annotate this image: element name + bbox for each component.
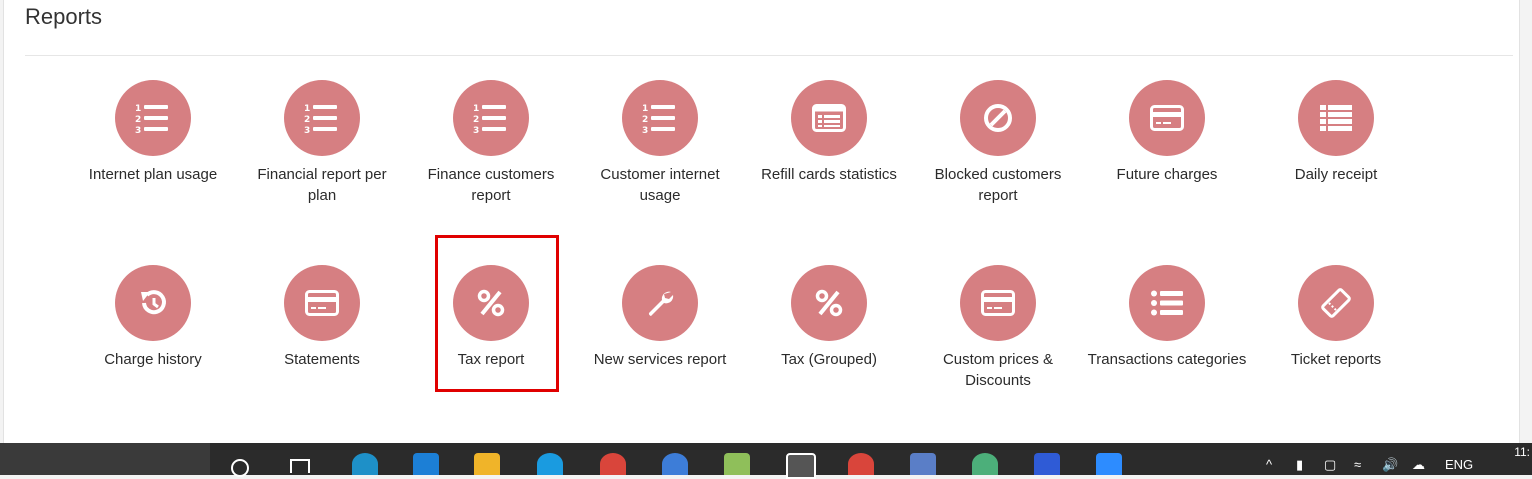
page-title: Reports	[25, 4, 103, 29]
chrome-profile-icon[interactable]	[848, 453, 874, 475]
report-label: Statements	[284, 351, 360, 368]
report-label: Custom prices & Discounts	[942, 351, 1054, 389]
onedrive-icon[interactable]: ☁	[1412, 457, 1425, 473]
credit-card-icon	[960, 265, 1036, 341]
report-tile-finance-customers-report[interactable]: 123 Finance customers report	[411, 80, 571, 206]
title-divider	[25, 55, 1513, 56]
numbered-list-icon: 123	[622, 80, 698, 156]
selection-highlight	[435, 235, 559, 392]
file-explorer-icon[interactable]	[474, 453, 500, 475]
list-icon	[1298, 80, 1374, 156]
svg-text:3: 3	[473, 126, 479, 134]
report-label: Blocked customers report	[934, 166, 1062, 204]
svg-text:1: 1	[473, 104, 479, 114]
report-tile-statements[interactable]: Statements	[242, 265, 402, 370]
numbered-list-icon: 123	[453, 80, 529, 156]
report-tile-transactions-categories[interactable]: Transactions categories	[1087, 265, 1247, 370]
report-tile-blocked-customers-report[interactable]: Blocked customers report	[918, 80, 1078, 206]
skype-icon[interactable]	[537, 453, 563, 475]
volume-icon[interactable]: 🔊	[1382, 457, 1398, 473]
report-tile-financial-report-per-plan[interactable]: 123 Financial report per plan	[242, 80, 402, 206]
report-label: Daily receipt	[1294, 166, 1378, 183]
tray-chevron-icon[interactable]: ^	[1266, 457, 1272, 472]
ban-icon	[960, 80, 1036, 156]
edge-icon[interactable]	[352, 453, 378, 475]
numbered-list-icon: 123	[284, 80, 360, 156]
search-icon[interactable]	[231, 459, 249, 477]
report-tile-future-charges[interactable]: Future charges	[1087, 80, 1247, 185]
app-l-icon[interactable]	[413, 453, 439, 475]
report-tile-custom-prices-discounts[interactable]: Custom prices & Discounts	[918, 265, 1078, 391]
report-label: Transactions categories	[1087, 351, 1247, 368]
percent-icon	[791, 265, 867, 341]
notepad-icon[interactable]	[724, 453, 750, 475]
list-card-icon	[791, 80, 867, 156]
report-tile-charge-history[interactable]: Charge history	[73, 265, 233, 370]
usb-device-icon[interactable]: ▮	[1296, 457, 1303, 473]
report-label: Ticket reports	[1290, 351, 1382, 368]
svg-text:1: 1	[135, 104, 141, 114]
report-tile-daily-receipt[interactable]: Daily receipt	[1256, 80, 1416, 185]
svg-text:3: 3	[135, 126, 141, 134]
report-tile-customer-internet-usage[interactable]: 123 Customer internet usage	[580, 80, 740, 206]
numbered-list-icon: 123	[115, 80, 191, 156]
chrome-icon[interactable]	[600, 453, 626, 475]
app-blue-icon[interactable]	[662, 453, 688, 475]
clock[interactable]: 11:	[1514, 445, 1530, 459]
svg-text:2: 2	[642, 115, 648, 125]
atom-icon[interactable]	[972, 453, 998, 475]
report-tile-ticket-reports[interactable]: Ticket reports	[1256, 265, 1416, 370]
svg-text:1: 1	[642, 104, 648, 114]
credit-card-icon	[284, 265, 360, 341]
svg-text:2: 2	[304, 115, 310, 125]
svg-text:3: 3	[642, 126, 648, 134]
photos-icon[interactable]	[786, 453, 816, 479]
svg-text:2: 2	[473, 115, 479, 125]
reports-panel: Reports 123 Internet plan usage 123 Fina…	[3, 0, 1520, 443]
report-tile-tax-grouped[interactable]: Tax (Grouped)	[749, 265, 909, 370]
bullet-list-icon	[1129, 265, 1205, 341]
report-label: Customer internet usage	[600, 166, 720, 204]
report-label: New services report	[593, 351, 727, 368]
taskbar-left-area	[0, 443, 210, 475]
battery-icon[interactable]: ▢	[1324, 457, 1336, 473]
report-label: Future charges	[1116, 166, 1218, 183]
keyboard-app-icon[interactable]	[910, 453, 936, 475]
credit-card-icon	[1129, 80, 1205, 156]
report-label: Refill cards statistics	[761, 166, 897, 183]
history-icon	[115, 265, 191, 341]
report-label: Tax (Grouped)	[781, 351, 877, 368]
taskbar: ^ ▮ ▢ ≈ 🔊 ☁ ENG 11:	[0, 443, 1532, 479]
svg-text:1: 1	[304, 104, 310, 114]
report-tile-internet-plan-usage[interactable]: 123 Internet plan usage	[73, 80, 233, 185]
ticket-icon	[1298, 265, 1374, 341]
report-label: Finance customers report	[427, 166, 555, 204]
svg-text:3: 3	[304, 126, 310, 134]
zoom-icon[interactable]	[1096, 453, 1122, 475]
lightning-app-icon[interactable]	[1034, 453, 1060, 475]
task-view-icon[interactable]	[290, 459, 310, 473]
wrench-icon	[622, 265, 698, 341]
language-indicator[interactable]: ENG	[1445, 457, 1473, 472]
report-label: Financial report per plan	[257, 166, 387, 204]
wifi-icon[interactable]: ≈	[1354, 457, 1361, 472]
report-label: Internet plan usage	[88, 166, 218, 183]
report-label: Charge history	[104, 351, 202, 368]
report-tile-new-services-report[interactable]: New services report	[580, 265, 740, 370]
report-tile-refill-cards-statistics[interactable]: Refill cards statistics	[749, 80, 909, 185]
svg-text:2: 2	[135, 115, 141, 125]
